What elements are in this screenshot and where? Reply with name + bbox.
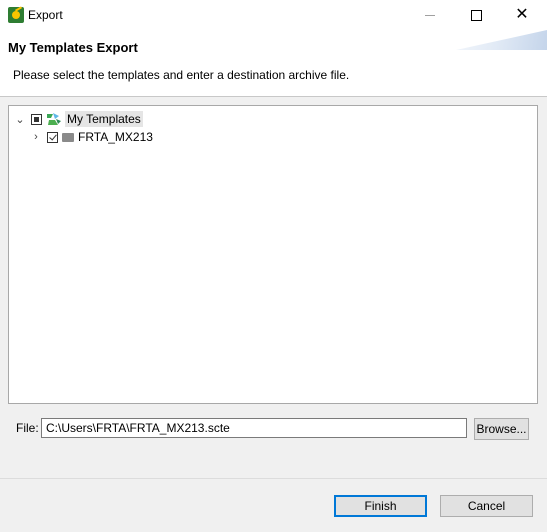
header-decoration bbox=[456, 30, 547, 50]
templates-icon bbox=[47, 113, 61, 125]
wizard-header: My Templates Export Please select the te… bbox=[0, 30, 547, 97]
tree-item-label: My Templates bbox=[65, 111, 143, 127]
finish-button[interactable]: Finish bbox=[334, 495, 427, 517]
folder-icon bbox=[62, 132, 74, 142]
close-button[interactable]: ✕ bbox=[499, 0, 545, 30]
window-title: Export bbox=[28, 8, 63, 22]
page-description: Please select the templates and enter a … bbox=[13, 68, 350, 82]
file-row: File: Browse... bbox=[0, 416, 547, 440]
maximize-icon bbox=[470, 9, 482, 21]
tree-item-label: FRTA_MX213 bbox=[78, 130, 153, 144]
button-bar: Finish Cancel bbox=[0, 478, 547, 532]
chevron-down-icon[interactable]: ⌄ bbox=[13, 113, 27, 126]
template-tree[interactable]: ⌄ My Templates › FRTA_MX213 bbox=[8, 105, 538, 404]
tree-checkbox-my-templates[interactable] bbox=[31, 113, 42, 125]
cancel-button[interactable]: Cancel bbox=[440, 495, 533, 517]
minimize-icon bbox=[425, 14, 435, 16]
app-icon bbox=[8, 7, 24, 23]
file-path-input[interactable] bbox=[41, 418, 467, 438]
chevron-right-icon[interactable]: › bbox=[29, 131, 43, 143]
page-title: My Templates Export bbox=[8, 40, 138, 55]
maximize-button[interactable] bbox=[453, 0, 499, 30]
tree-checkbox-frta-mx213[interactable] bbox=[47, 131, 58, 143]
tree-item-frta-mx213[interactable]: › FRTA_MX213 bbox=[29, 128, 153, 146]
title-bar: Export ✕ bbox=[0, 0, 547, 31]
close-icon: ✕ bbox=[515, 6, 529, 23]
minimize-button[interactable] bbox=[407, 0, 453, 30]
browse-button[interactable]: Browse... bbox=[474, 418, 529, 440]
wizard-content: ⌄ My Templates › FRTA_MX213 File: Browse… bbox=[0, 97, 547, 478]
tree-item-my-templates[interactable]: ⌄ My Templates bbox=[13, 110, 143, 128]
file-label: File: bbox=[16, 421, 39, 435]
